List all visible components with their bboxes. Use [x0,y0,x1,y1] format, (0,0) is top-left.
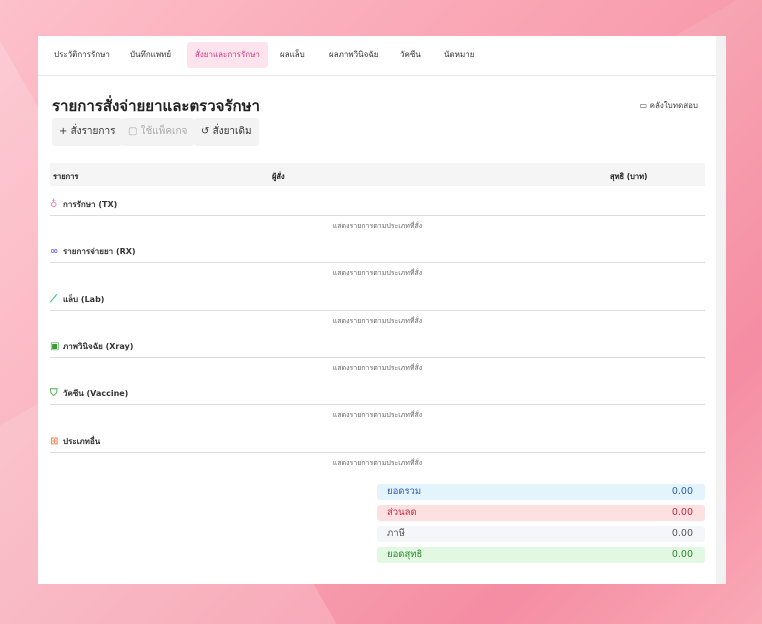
tab-lab[interactable]: ผลแล็บ [272,42,313,68]
archive-button[interactable]: ▭ คลังใบทดสอบ [640,99,699,112]
divider [50,451,705,453]
section-title: ♁ การรักษา (TX) [50,199,705,211]
scrollbar[interactable] [716,36,726,584]
section-label: รายการจ่ายยา (RX) [63,247,136,257]
test-tube-icon: ⟋ [50,293,57,305]
use-package-button[interactable]: ▢ ใช้แพ็คเกจ [121,118,195,146]
section-title: ▣ ภาพวินิจฉัย (Xray) [50,341,705,353]
column-net: สุทธิ (บาท) [610,172,648,181]
section-title: ⟋ แล็บ (Lab) [50,294,705,306]
history-icon: ↺ [201,126,210,137]
total-value: 0.00 [671,507,693,518]
section-label: การรักษา (TX) [63,200,118,209]
order-section: ⛉ วัคซีน (Vaccine) แสดงรายการตามประเภทที่ส… [50,388,705,421]
order-section: ⟋ แล็บ (Lab) แสดงรายการตามประเภทที่สั่ง [50,294,705,327]
divider [50,356,705,358]
section-label: ภาพวินิจฉัย (Xray) [63,341,134,351]
total-row: ภาษี 0.00 [377,526,705,542]
plus-icon: + [59,126,68,137]
total-row: ยอดสุทธิ 0.00 [377,547,705,563]
divider [50,215,705,216]
section-hint: แสดงรายการตามประเภทที่สั่ง [332,411,423,420]
order-panel: ประวัติการรักษา บันทึกแพทย์ สั่งยาและการ… [38,36,716,584]
order-section: ▣ ภาพวินิจฉัย (Xray) แสดงรายการตามประเภทที… [50,341,705,374]
divider [50,404,705,406]
grid-icon: ⊞ [50,435,59,447]
section-label: แล็บ (Lab) [63,294,105,304]
section-title: ⛉ วัคซีน (Vaccine) [50,388,705,400]
order-section: ⊞ ประเภทอื่นแสดงรายการตามประเภทที่สั่ง [50,436,705,469]
section-hint: แสดงรายการตามประเภทที่สั่ง [332,222,423,230]
total-value: 0.00 [671,549,693,560]
total-row: ยอดรวม 0.00 [377,484,705,500]
tab-doctor-notes[interactable]: บันทึกแพทย์ [122,42,179,68]
order-section: ∞ รายการจ่ายยา (RX) แสดงรายการตามประเภทที่… [50,246,705,279]
tab-history[interactable]: ประวัติการรักษา [46,42,118,68]
stethoscope-icon: ♁ [50,199,58,210]
tab-appointment[interactable]: นัดหมาย [436,42,482,68]
section-label: ประเภทอื่น [63,436,101,446]
section-label: วัคซีน (Vaccine) [63,389,129,399]
tab-bar: ประวัติการรักษา บันทึกแพทย์ สั่งยาและการ… [38,36,716,76]
package-icon: ▢ [128,126,138,137]
xray-icon: ▣ [50,340,60,352]
total-label: ส่วนลด [387,507,417,518]
section-title: ⊞ ประเภทอื่น [50,436,705,448]
column-item: รายการ [53,172,79,181]
tab-vaccine[interactable]: วัคซีน [392,42,429,68]
pill-icon: ∞ [50,246,59,258]
order-section: ♁ การรักษา (TX) แสดงรายการตามประเภทที่สั่ง [50,199,705,232]
reorder-button[interactable]: ↺ สั่งยาเดิม [194,118,259,146]
page-title: รายการสั่งจ่ายยาและตรวจรักษา [52,97,260,115]
total-label: ยอดรวม [387,486,422,497]
total-value: 0.00 [671,486,693,497]
total-label: ภาษี [387,528,405,539]
section-hint: แสดงรายการตามประเภทที่สั่ง [332,363,423,372]
total-value: 0.00 [671,528,693,539]
add-order-button[interactable]: + สั่งรายการ [52,118,123,146]
tab-imaging[interactable]: ผลภาพวินิจฉัย [321,42,386,68]
divider [50,262,705,264]
shield-icon: ⛉ [50,388,58,400]
total-label: ยอดสุทธิ [387,549,423,560]
section-hint: แสดงรายการตามประเภทที่สั่ง [332,269,423,278]
section-title: ∞ รายการจ่ายยา (RX) [50,246,705,258]
divider [50,309,705,311]
archive-icon: ▭ [639,101,648,110]
section-hint: แสดงรายการตามประเภทที่สั่ง [332,316,423,325]
table-header: รายการ ผู้สั่ง สุทธิ (บาท) [50,163,705,186]
tab-orders[interactable]: สั่งยาและการรักษา [187,42,268,68]
total-row: ส่วนลด 0.00 [377,505,705,521]
section-hint: แสดงรายการตามประเภทที่สั่ง [332,458,423,467]
column-orderer: ผู้สั่ง [272,172,285,181]
